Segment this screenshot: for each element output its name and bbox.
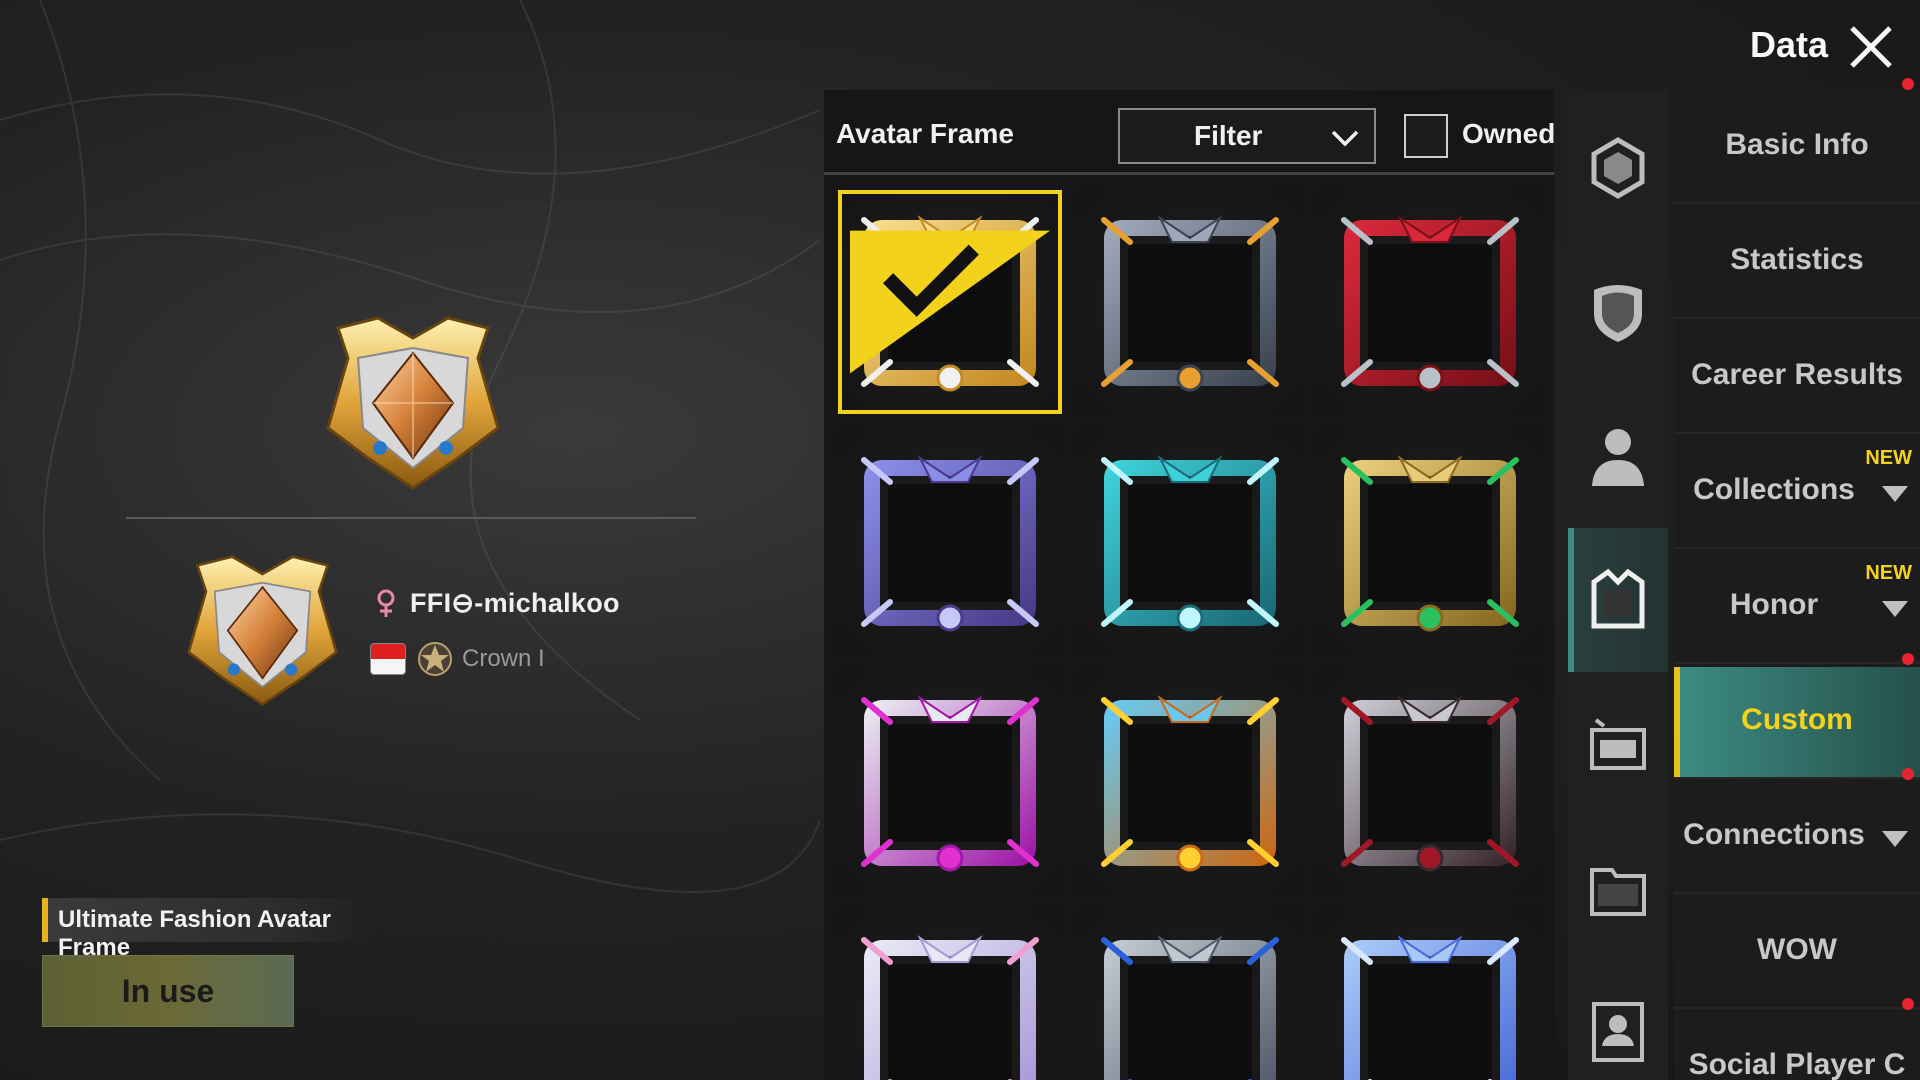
avatar-frame-item-phoenix-fire[interactable] <box>1078 670 1302 894</box>
rail-item-banner[interactable] <box>1568 816 1668 960</box>
selected-frame-name: Ultimate Fashion Avatar Frame <box>42 898 372 961</box>
nav-item-connections[interactable]: Connections <box>1674 768 1920 894</box>
avatar-frame-icon <box>1591 568 1645 629</box>
frame-artwork <box>1101 455 1279 632</box>
selected-check-icon <box>850 230 1050 374</box>
panel-title: Avatar Frame <box>836 118 1014 149</box>
nav-item-label: Collections <box>1693 473 1855 506</box>
filter-dropdown[interactable]: Filter <box>1118 108 1376 164</box>
player-name: FFI⊖-michalkoo <box>410 588 620 618</box>
frame-artwork <box>1341 215 1519 392</box>
nav-item-honor[interactable]: Honor NEW <box>1674 552 1920 664</box>
frame-artwork <box>861 695 1039 872</box>
close-icon[interactable] <box>1846 22 1896 72</box>
frame-artwork <box>1341 935 1519 1080</box>
nav-item-label: Connections <box>1683 818 1865 851</box>
nav-item-wow[interactable]: WOW <box>1674 897 1920 1009</box>
avatar-frame-item-gold-ribbon[interactable] <box>1318 430 1542 654</box>
notification-dot <box>1902 653 1914 665</box>
chevron-down-icon <box>1331 130 1359 147</box>
rail-item-shield[interactable] <box>1568 240 1668 384</box>
expand-arrow-icon <box>1882 831 1908 847</box>
avatar-frame-item-dark-rose[interactable] <box>1318 670 1542 894</box>
rail-item-name-card[interactable] <box>1568 672 1668 816</box>
avatar-frame-item-magenta-bird[interactable] <box>838 670 1062 894</box>
frame-artwork <box>1101 215 1279 392</box>
nav-item-label: Honor <box>1729 588 1819 621</box>
owned-label: Owned <box>1462 118 1556 149</box>
rail-item-emblem[interactable] <box>1568 96 1668 240</box>
name-card-icon <box>1590 718 1646 770</box>
expand-arrow-icon <box>1882 601 1908 617</box>
avatar-frame-grid <box>838 190 1542 1080</box>
nav-item-label: Custom <box>1741 703 1853 736</box>
nav-item-collections[interactable]: Collections NEW <box>1674 437 1920 549</box>
owned-checkbox[interactable] <box>1404 114 1448 158</box>
new-badge: NEW <box>1865 562 1912 584</box>
in-use-button[interactable]: In use <box>42 955 294 1027</box>
avatar-frame-item-red-tentacle[interactable] <box>1318 190 1542 414</box>
emblem-icon <box>1591 137 1645 199</box>
avatar-frame-preview-large <box>326 316 500 490</box>
avatar-frame-item-steel-tech[interactable] <box>1078 190 1302 414</box>
shield-icon <box>1594 285 1642 342</box>
nav-item-label: Social Player C <box>1688 1048 1906 1080</box>
nav-item-label: Statistics <box>1730 243 1864 276</box>
frame-artwork <box>1341 455 1519 632</box>
nav-item-label: WOW <box>1757 933 1837 966</box>
avatar-frame-item-gold-wings[interactable] <box>838 190 1062 414</box>
notification-dot <box>1902 78 1914 90</box>
notification-dot <box>1902 998 1914 1010</box>
player-avatar-with-frame <box>187 555 338 706</box>
avatar-icon <box>1592 429 1644 486</box>
page-title: Data <box>1750 24 1829 65</box>
avatar-frame-item-purple-crystal[interactable] <box>838 430 1062 654</box>
rail-item-avatar[interactable] <box>1568 384 1668 528</box>
panel-divider <box>824 172 1554 175</box>
crown-rank-icon <box>418 642 452 676</box>
rail-item-avatar-frame[interactable] <box>1568 528 1668 672</box>
new-badge: NEW <box>1865 447 1912 469</box>
nav-item-social-player-c[interactable]: Social Player C <box>1674 998 1920 1080</box>
id-card-icon <box>1592 1002 1644 1062</box>
avatar-frame-item-cyan-ice[interactable] <box>1078 430 1302 654</box>
filter-label: Filter <box>1194 120 1263 151</box>
nav-item-label: Basic Info <box>1725 128 1869 161</box>
avatar-frame-item-steel-blue-skull[interactable] <box>1078 910 1302 1080</box>
frame-artwork <box>1101 695 1279 872</box>
nav-item-statistics[interactable]: Statistics <box>1674 207 1920 319</box>
rail-item-id-card[interactable] <box>1568 960 1668 1080</box>
rank-label: Crown I <box>462 645 545 672</box>
nav-item-career-results[interactable]: Career Results <box>1674 322 1920 434</box>
frame-artwork <box>861 455 1039 632</box>
preview-divider <box>126 517 696 519</box>
notification-dot <box>1902 768 1914 780</box>
expand-arrow-icon <box>1882 486 1908 502</box>
nav-item-basic-info[interactable]: Basic Info <box>1674 78 1920 204</box>
banner-icon <box>1590 868 1646 916</box>
female-gender-icon <box>377 589 395 617</box>
frame-artwork <box>861 935 1039 1080</box>
nav-item-label: Career Results <box>1691 358 1903 391</box>
avatar-frame-item-silver-pink[interactable] <box>838 910 1062 1080</box>
country-flag-icon <box>370 643 406 675</box>
avatar-frame-item-blue-rose[interactable] <box>1318 910 1542 1080</box>
frame-artwork <box>1101 935 1279 1080</box>
frame-artwork <box>1341 695 1519 872</box>
nav-item-custom[interactable]: Custom <box>1674 653 1920 779</box>
